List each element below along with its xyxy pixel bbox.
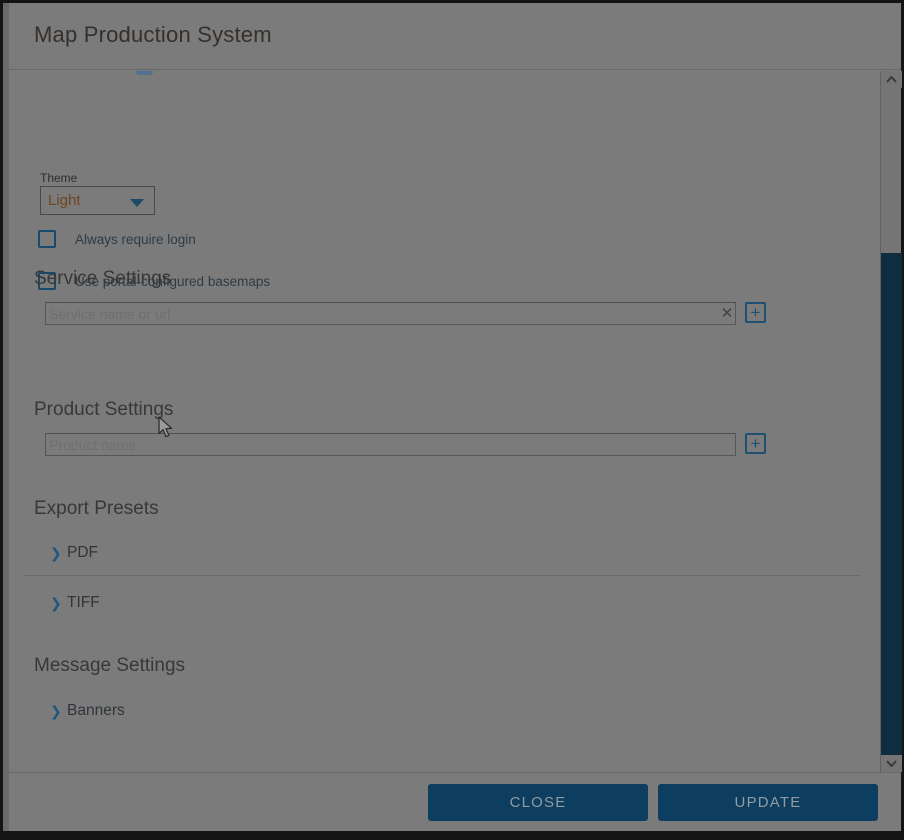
export-presets-heading: Export Presets [34,498,159,520]
scrollbar-thumb[interactable] [881,253,902,758]
theme-select[interactable]: Light [40,186,155,215]
chevron-up-icon [886,76,897,83]
export-preset-tiff-label: TIFF [67,594,100,612]
theme-label: Theme [40,171,77,185]
export-preset-pdf-label: PDF [67,544,98,562]
clear-icon[interactable]: ✕ [715,302,739,325]
caret-down-icon [130,199,144,207]
banners-label: Banners [67,702,125,720]
chevron-right-icon: ❯ [50,703,62,719]
dialog-footer: CLOSE UPDATE [9,772,901,831]
update-button[interactable]: UPDATE [658,784,878,821]
always-require-login-label: Always require login [75,232,196,247]
vertical-scrollbar[interactable] [880,71,901,772]
product-name-input[interactable] [45,433,736,456]
add-service-button[interactable]: + [745,302,766,323]
dialog-content: Theme Light Always require login Use por… [9,71,880,772]
theme-select-value: Light [48,192,81,209]
scroll-up-button[interactable] [881,71,902,88]
map-production-system-dialog: Map Production System Theme Light Always… [9,3,901,831]
message-settings-heading: Message Settings [34,655,185,677]
add-product-button[interactable]: + [745,433,766,454]
close-button[interactable]: CLOSE [428,784,648,821]
divider [25,575,861,576]
dialog-header: Map Production System [9,3,901,70]
always-require-login-checkbox[interactable] [38,230,56,248]
scroll-down-button[interactable] [881,755,902,772]
dialog-title: Map Production System [34,22,272,48]
service-name-input[interactable] [45,302,736,325]
screenshot-root: Map Production System Theme Light Always… [0,0,904,840]
chevron-right-icon: ❯ [50,545,62,561]
product-settings-heading: Product Settings [34,399,173,421]
chevron-right-icon: ❯ [50,595,62,611]
service-settings-heading: Service Settings [34,268,171,290]
chevron-down-icon [886,760,897,767]
